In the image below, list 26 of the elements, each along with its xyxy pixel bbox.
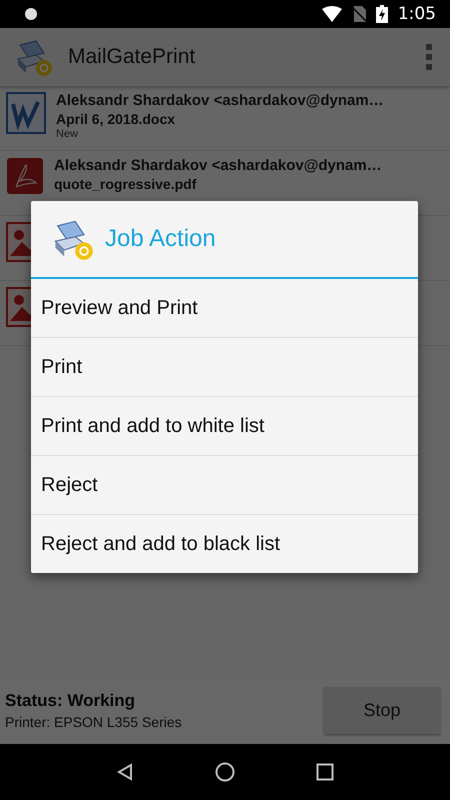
job-filename: quote_rogressive.pdf	[54, 176, 198, 192]
notification-icon	[24, 7, 38, 21]
document-w-icon	[6, 92, 46, 134]
app-title: MailGatePrint	[68, 45, 196, 69]
dialog-title: Job Action	[105, 225, 216, 253]
job-status: New	[56, 128, 80, 140]
printer-label: Printer: EPSON L355 Series	[5, 714, 183, 730]
image-icon	[6, 222, 31, 262]
no-sim-icon	[352, 6, 366, 22]
job-sender: Aleksandr Shardakov <ashardakov@dynam…	[56, 92, 384, 109]
job-filename: April 6, 2018.docx	[56, 111, 176, 127]
pdf-icon	[6, 157, 44, 195]
dialog-option[interactable]: Reject and add to black list	[31, 514, 418, 573]
back-icon[interactable]	[116, 763, 134, 781]
status-label: Status: Working	[5, 690, 136, 710]
home-icon[interactable]	[214, 762, 235, 782]
dialog-option[interactable]: Preview and Print	[31, 279, 418, 337]
recents-icon[interactable]	[316, 763, 334, 781]
dialog-option[interactable]: Print	[31, 337, 418, 396]
job-sender: Aleksandr Shardakov <ashardakov@dynam…	[54, 157, 382, 174]
clock-time: 1:05	[398, 4, 436, 24]
wifi-icon	[322, 6, 342, 22]
battery-charging-icon	[376, 5, 388, 23]
image-icon	[6, 287, 31, 327]
dialog-option[interactable]: Reject	[31, 455, 418, 514]
dialog-option[interactable]: Print and add to white list	[31, 396, 418, 455]
